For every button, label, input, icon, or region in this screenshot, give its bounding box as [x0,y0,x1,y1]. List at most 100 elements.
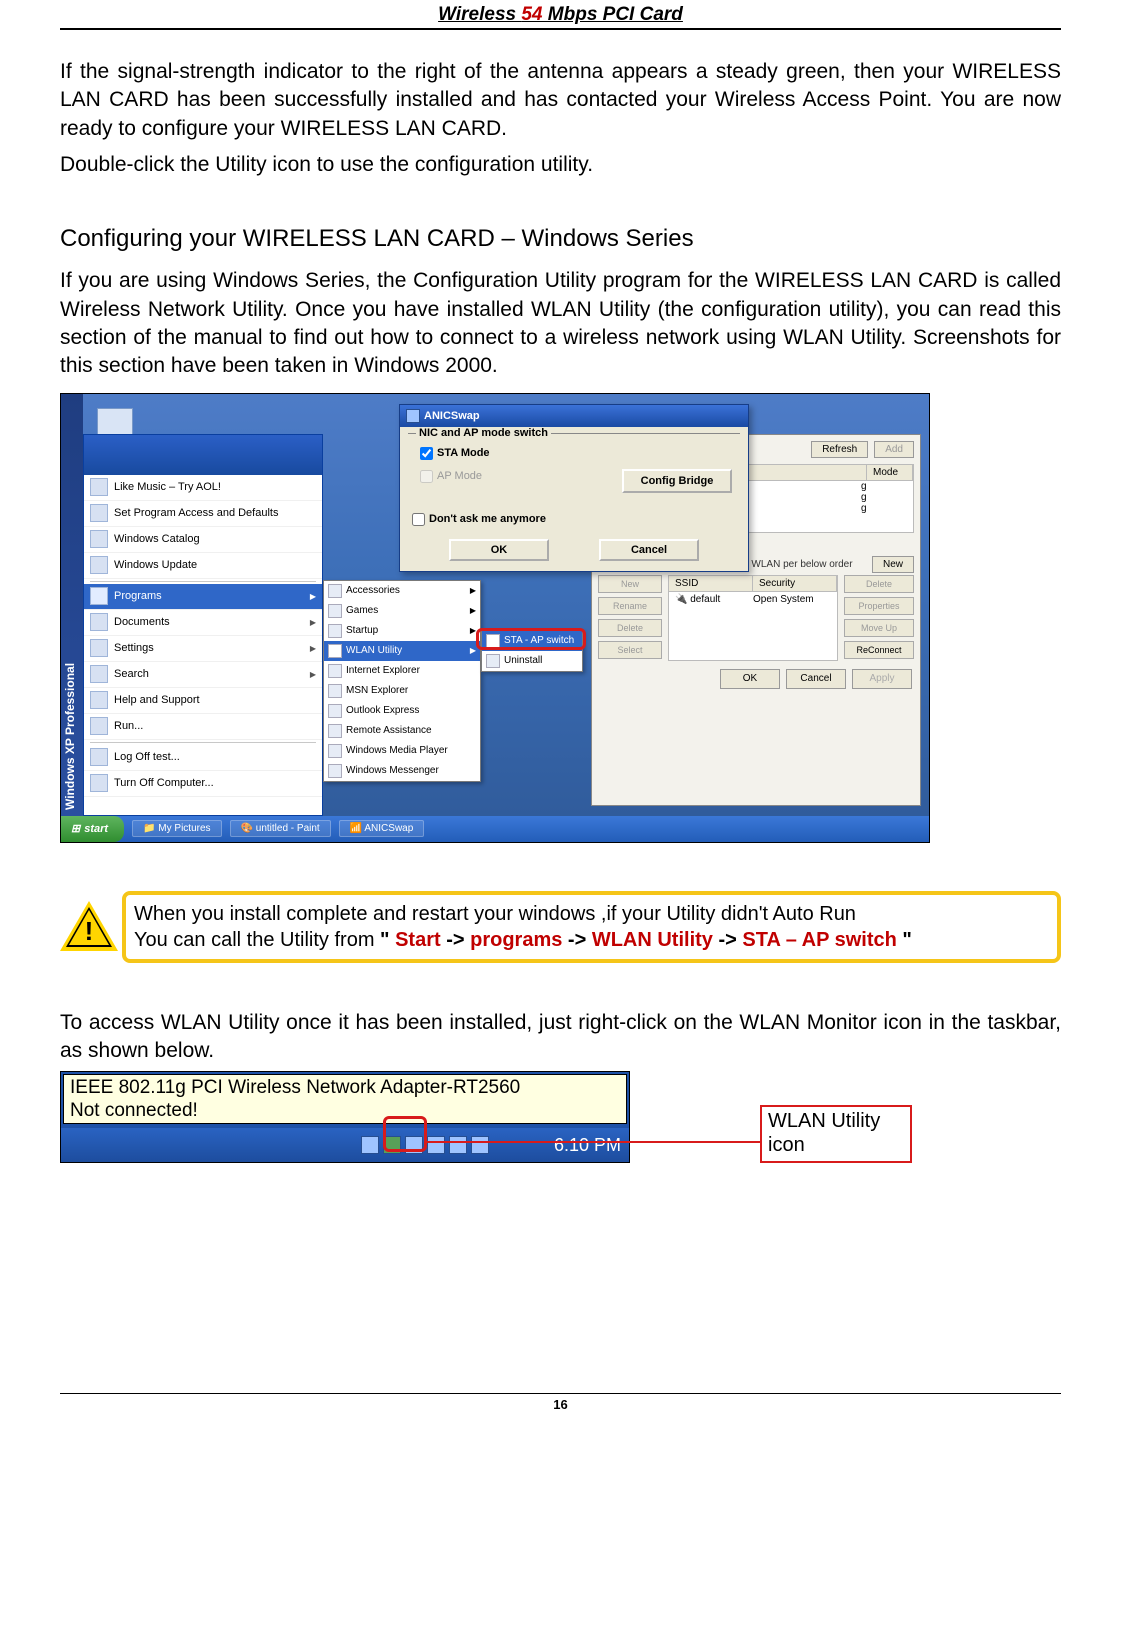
dont-ask-checkbox[interactable]: Don't ask me anymore [408,510,740,529]
submenu-startup[interactable]: Startup▶ [324,621,480,641]
search-icon [90,665,108,683]
btn-delete[interactable]: Delete [598,619,662,637]
screenshot-taskbar-wrap: IEEE 802.11g PCI Wireless Network Adapte… [60,1071,1061,1163]
header-mid: 54 [521,4,542,25]
task-paint[interactable]: 🎨 untitled - Paint [230,820,331,837]
task-mypictures[interactable]: 📁 My Pictures [132,820,221,837]
xp-side-label: Windows XP Professional [61,394,83,816]
sidebar-item-shutdown[interactable]: Turn Off Computer... [84,771,322,797]
folder-icon [328,584,342,598]
tray-icon-5[interactable] [449,1136,467,1154]
tray-icon-1[interactable] [361,1136,379,1154]
sidebar-item-help[interactable]: Help and Support [84,688,322,714]
sidebar-item-programs[interactable]: Programs▶ [84,584,322,610]
catalog-icon [90,530,108,548]
config-bridge-button[interactable]: Config Bridge [622,469,732,493]
tooltip: IEEE 802.11g PCI Wireless Network Adapte… [63,1074,627,1124]
submenu-wlan-fly: STA - AP switch Uninstall [481,630,583,672]
sidebar-item-access[interactable]: Set Program Access and Defaults [84,501,322,527]
section-heading: Configuring your WIRELESS LAN CARD – Win… [60,225,1061,253]
page-header-title: Wireless 54 Mbps PCI Card [60,4,1061,26]
backwin-cancel[interactable]: Cancel [786,669,846,689]
taskbar: ⊞start 📁 My Pictures 🎨 untitled - Paint … [61,816,929,842]
nic-ap-dialog: ANICSwap NIC and AP mode switch STA Mode… [399,404,749,572]
submenu-ie[interactable]: Internet Explorer [324,661,480,681]
help-icon [90,691,108,709]
task-anicswap[interactable]: 📶 ANICSwap [339,820,425,837]
update-icon [90,556,108,574]
submenu-programs: Accessories▶ Games▶ Startup▶ WLAN Utilit… [323,580,481,782]
documents-icon [90,613,108,631]
folder-icon [328,624,342,638]
col-mode: Mode [867,465,913,480]
header-pre: Wireless [438,4,521,25]
col-security: Security [753,576,837,591]
new-button[interactable]: New [872,556,914,573]
page-footer: 16 [60,1393,1061,1412]
submenu-accessories[interactable]: Accessories▶ [324,581,480,601]
add-button[interactable]: Add [874,441,914,458]
msn-icon [328,684,342,698]
menu-sta-ap-switch[interactable]: STA - AP switch [482,631,582,651]
switch-icon [486,634,500,648]
group-label: NIC and AP mode switch [416,427,551,439]
programs-icon [90,587,108,605]
menu-uninstall[interactable]: Uninstall [482,651,582,671]
sta-mode-checkbox[interactable]: STA Mode [416,444,732,463]
sidebar-item-aol[interactable]: Like Music – Try AOL! [84,475,322,501]
btn-properties[interactable]: Properties [844,597,914,615]
folder-icon [328,604,342,618]
wm-icon [328,764,342,778]
paragraph-4: To access WLAN Utility once it has been … [60,1009,1061,1066]
submenu-wmp[interactable]: Windows Media Player [324,741,480,761]
sidebar-item-settings[interactable]: Settings▶ [84,636,322,662]
start-menu-header [84,435,322,475]
sidebar-item-catalog[interactable]: Windows Catalog [84,527,322,553]
tray-icon-3[interactable] [405,1136,423,1154]
submenu-games[interactable]: Games▶ [324,601,480,621]
btn-moveup[interactable]: Move Up [844,619,914,637]
btn-new2[interactable]: New [598,575,662,593]
dialog-titlebar[interactable]: ANICSwap [400,405,748,427]
refresh-button[interactable]: Refresh [811,441,868,458]
access-icon [90,504,108,522]
sidebar-item-search[interactable]: Search▶ [84,662,322,688]
logoff-icon [90,748,108,766]
btn-select[interactable]: Select [598,641,662,659]
system-tray: 6:10 PM [61,1128,629,1162]
sidebar-item-logoff[interactable]: Log Off test... [84,745,322,771]
ie-icon [328,664,342,678]
sidebar-item-documents[interactable]: Documents▶ [84,610,322,636]
aol-icon [90,478,108,496]
start-menu: Like Music – Try AOL! Set Program Access… [83,434,323,816]
run-icon [90,717,108,735]
submenu-wlan-utility[interactable]: WLAN Utility▶ [324,641,480,661]
btn-rename[interactable]: Rename [598,597,662,615]
submenu-remote[interactable]: Remote Assistance [324,721,480,741]
warning-callout: ! When you install complete and restart … [60,891,1061,963]
tray-icon-4[interactable] [427,1136,445,1154]
paragraph-2: Double-click the Utility icon to use the… [60,151,1061,179]
backwin-ok[interactable]: OK [720,669,780,689]
warning-icon: ! [60,901,118,953]
dialog-cancel-button[interactable]: Cancel [599,539,699,561]
start-button[interactable]: ⊞start [61,816,124,842]
btn-delete2[interactable]: Delete [844,575,914,593]
tray-wlan-icon[interactable] [383,1136,401,1154]
header-rule [60,28,1061,30]
sidebar-item-update[interactable]: Windows Update [84,553,322,579]
submenu-msn[interactable]: MSN Explorer [324,681,480,701]
settings-icon [90,639,108,657]
backwin-apply[interactable]: Apply [852,669,912,689]
submenu-messenger[interactable]: Windows Messenger [324,761,480,781]
ra-icon [328,724,342,738]
sidebar-item-run[interactable]: Run... [84,714,322,740]
callout-label: WLAN Utility icon [760,1105,912,1163]
dialog-ok-button[interactable]: OK [449,539,549,561]
btn-reconnect[interactable]: ReConnect [844,641,914,659]
warning-text: When you install complete and restart yo… [122,891,1061,963]
submenu-outlook[interactable]: Outlook Express [324,701,480,721]
tray-icon-6[interactable] [471,1136,489,1154]
table-row[interactable]: 🔌 default Open System [669,592,837,607]
header-post: Mbps PCI Card [543,4,683,25]
